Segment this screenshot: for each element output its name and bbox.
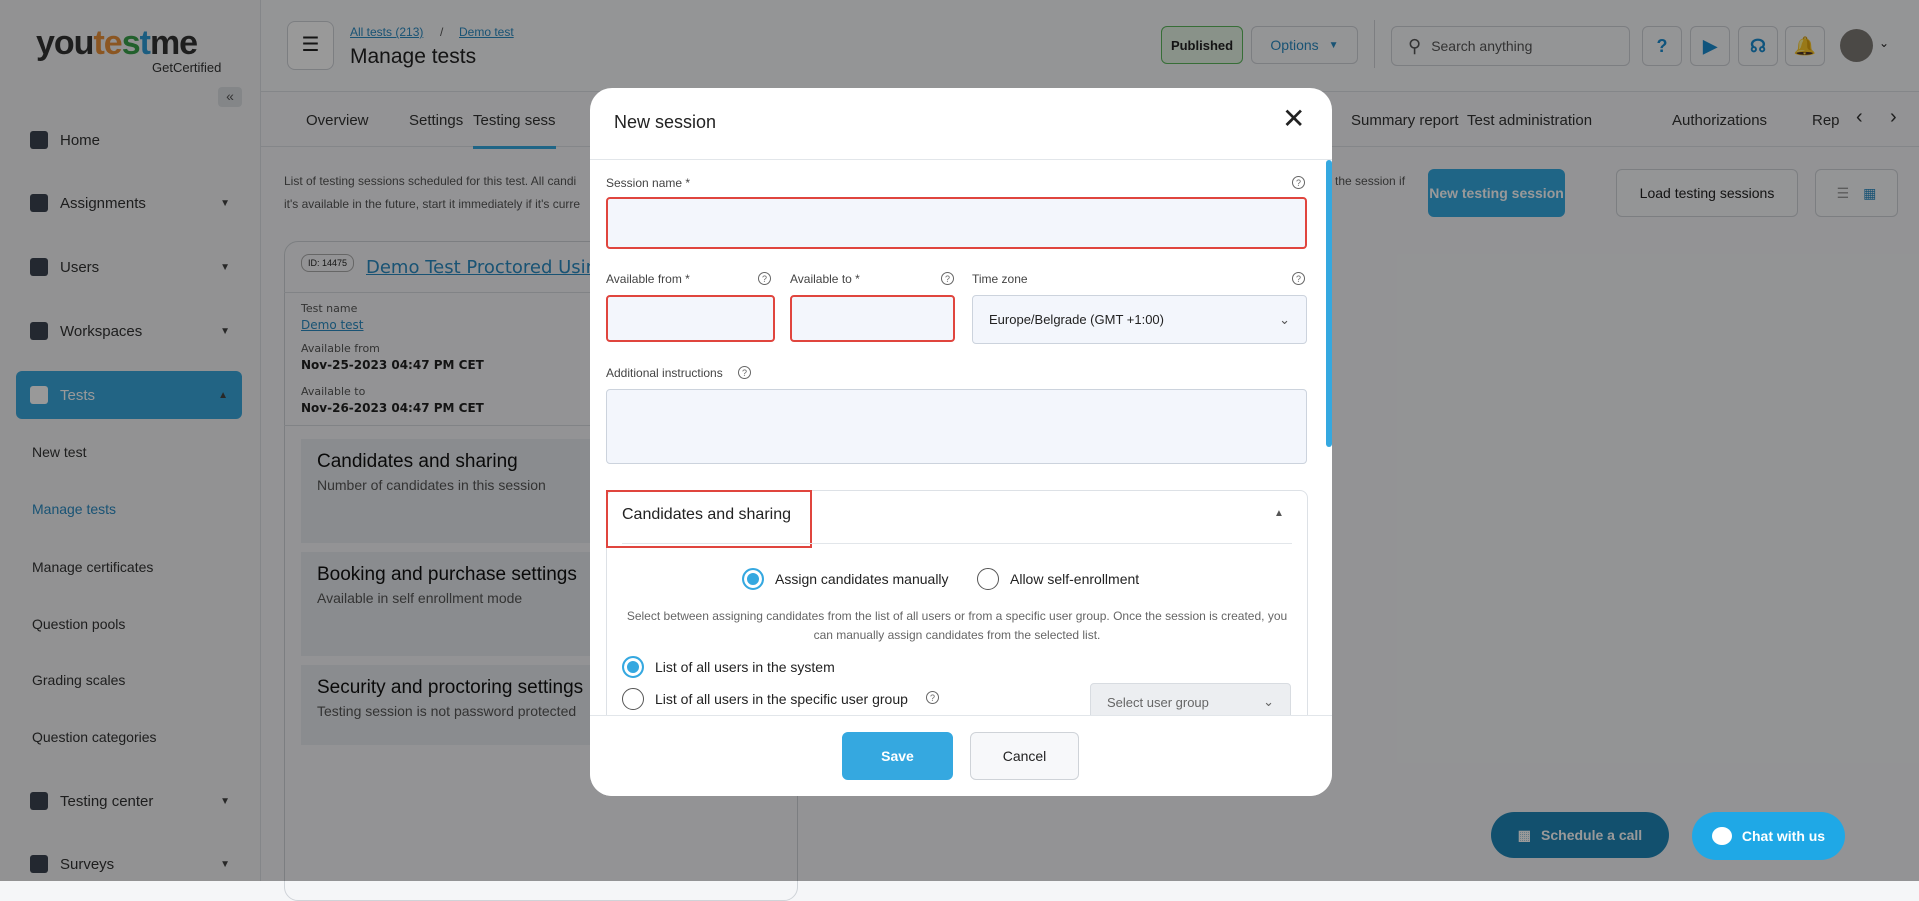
session-name-label: Session name * xyxy=(606,176,691,190)
available-to-input[interactable] xyxy=(790,295,955,342)
help-icon[interactable]: ? xyxy=(1292,176,1305,189)
chevron-down-icon: ⌄ xyxy=(1263,694,1274,709)
assign-manually-label[interactable]: Assign candidates manually xyxy=(775,571,949,587)
all-users-radio[interactable] xyxy=(622,656,644,678)
dialog-footer xyxy=(590,715,1332,796)
placeholder: Select user group xyxy=(1107,694,1209,710)
divider xyxy=(622,543,1292,544)
chevron-down-icon: ⌄ xyxy=(1279,311,1290,327)
chat-button[interactable]: Chat with us xyxy=(1692,812,1845,860)
all-users-label[interactable]: List of all users in the system xyxy=(655,659,835,675)
cancel-button[interactable]: Cancel xyxy=(970,732,1079,780)
value: Europe/Belgrade (GMT +1:00) xyxy=(989,312,1164,327)
scrollbar[interactable] xyxy=(1326,160,1332,447)
user-group-label[interactable]: List of all users in the specific user g… xyxy=(655,691,908,707)
help-text: Select between assigning candidates from… xyxy=(626,609,1288,642)
save-button[interactable]: Save xyxy=(842,732,953,780)
help-icon[interactable]: ? xyxy=(738,366,751,379)
available-from-label: Available from * xyxy=(606,272,690,286)
instructions-label: Additional instructions xyxy=(606,366,723,380)
new-session-dialog: New session ✕ Session name * ? Available… xyxy=(590,88,1332,796)
instructions-textarea[interactable] xyxy=(606,389,1307,464)
chat-icon xyxy=(1711,827,1732,845)
help-icon[interactable]: ? xyxy=(941,272,954,285)
collapse-icon[interactable]: ▲ xyxy=(1274,508,1284,519)
time-zone-label: Time zone xyxy=(972,272,1028,286)
label: Chat with us xyxy=(1741,828,1826,844)
help-icon[interactable]: ? xyxy=(926,691,939,704)
help-icon[interactable]: ? xyxy=(758,272,771,285)
dialog-title: New session xyxy=(614,112,717,132)
close-icon[interactable]: ✕ xyxy=(1282,102,1305,135)
divider xyxy=(590,159,1332,160)
assign-manually-radio[interactable] xyxy=(742,568,764,590)
available-to-label: Available to * xyxy=(790,272,860,286)
section-title[interactable]: Candidates and sharing xyxy=(622,506,791,524)
self-enrollment-radio[interactable] xyxy=(977,568,999,590)
user-group-radio[interactable] xyxy=(622,688,644,710)
self-enrollment-label[interactable]: Allow self-enrollment xyxy=(1010,571,1139,587)
time-zone-select[interactable]: Europe/Belgrade (GMT +1:00) ⌄ xyxy=(972,295,1307,344)
available-from-input[interactable] xyxy=(606,295,775,342)
help-icon[interactable]: ? xyxy=(1292,272,1305,285)
session-name-input[interactable] xyxy=(606,197,1307,249)
